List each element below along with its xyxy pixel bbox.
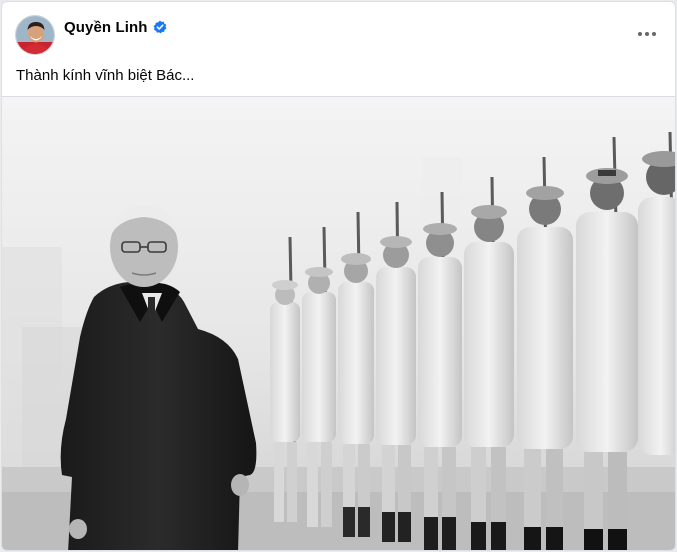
more-options-icon <box>638 32 656 36</box>
author-info: Quyền Linh <box>64 16 167 38</box>
post-photo[interactable] <box>2 96 675 550</box>
author-name[interactable]: Quyền Linh <box>64 19 148 36</box>
avatar-image-icon <box>16 16 54 54</box>
post-card: Quyền Linh Thành kính vĩnh biệt Bác... <box>1 1 676 551</box>
more-options-button[interactable] <box>631 20 663 48</box>
author-avatar[interactable] <box>15 15 55 55</box>
post-caption: Thành kính vĩnh biệt Bác... <box>16 67 195 84</box>
post-header: Quyền Linh <box>2 2 675 62</box>
verified-badge-icon <box>153 20 167 34</box>
photo-image <box>2 97 675 550</box>
